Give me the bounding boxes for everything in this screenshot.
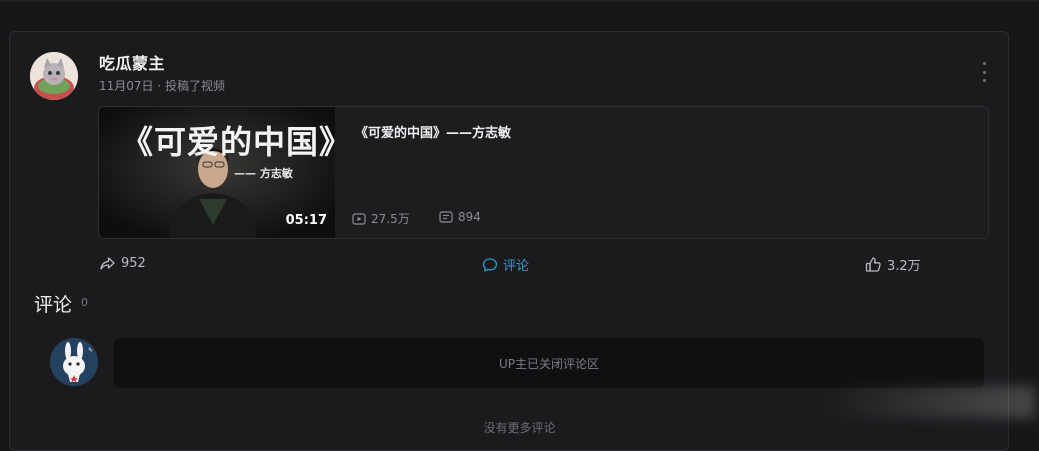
comments-closed-text: UP主已关闭评论区 xyxy=(498,356,600,371)
decorative-glow xyxy=(820,386,1035,418)
share-button[interactable]: 952 xyxy=(99,255,146,272)
comment-icon xyxy=(482,257,498,272)
author-avatar[interactable] xyxy=(30,52,78,100)
play-count-icon xyxy=(352,212,366,225)
view-count: 27.5万 xyxy=(352,210,410,227)
danmaku-count-value: 894 xyxy=(458,210,481,224)
view-count-value: 27.5万 xyxy=(371,212,410,226)
user-avatar: ✎ xyxy=(50,338,98,386)
comments-closed-notice: UP主已关闭评论区 xyxy=(114,338,984,388)
svg-text:✎: ✎ xyxy=(88,347,93,354)
danmaku-count: 894 xyxy=(439,210,481,224)
comments-count: 0 xyxy=(81,296,88,309)
comment-button[interactable]: 评论 xyxy=(482,255,529,274)
thumbnail-title: 《可爱的中国》 xyxy=(121,123,335,161)
share-count: 952 xyxy=(121,256,146,271)
top-divider xyxy=(0,0,1039,2)
danmaku-icon xyxy=(439,211,453,223)
video-card[interactable]: 《可爱的中国》 —— 方志敏 05:17 《可爱的中国》——方志敏 27.5万 … xyxy=(98,106,989,239)
video-thumbnail[interactable]: 《可爱的中国》 —— 方志敏 05:17 xyxy=(99,107,335,238)
share-icon xyxy=(100,257,115,270)
no-more-comments: 没有更多评论 xyxy=(483,421,556,435)
video-title[interactable]: 《可爱的中国》——方志敏 xyxy=(355,122,511,141)
comments-heading: 评论 xyxy=(34,294,73,316)
author-name[interactable]: 吃瓜蒙主 xyxy=(99,50,165,74)
like-button[interactable]: 3.2万 xyxy=(865,255,921,274)
like-count: 3.2万 xyxy=(887,259,921,274)
post-meta: 11月07日 · 投稿了视频 xyxy=(99,79,225,93)
more-vertical-icon[interactable] xyxy=(979,62,989,82)
video-duration: 05:17 xyxy=(285,213,327,228)
comment-label: 评论 xyxy=(503,259,530,274)
thumbnail-subtitle: —— 方志敏 xyxy=(234,167,293,180)
like-icon xyxy=(865,257,881,272)
